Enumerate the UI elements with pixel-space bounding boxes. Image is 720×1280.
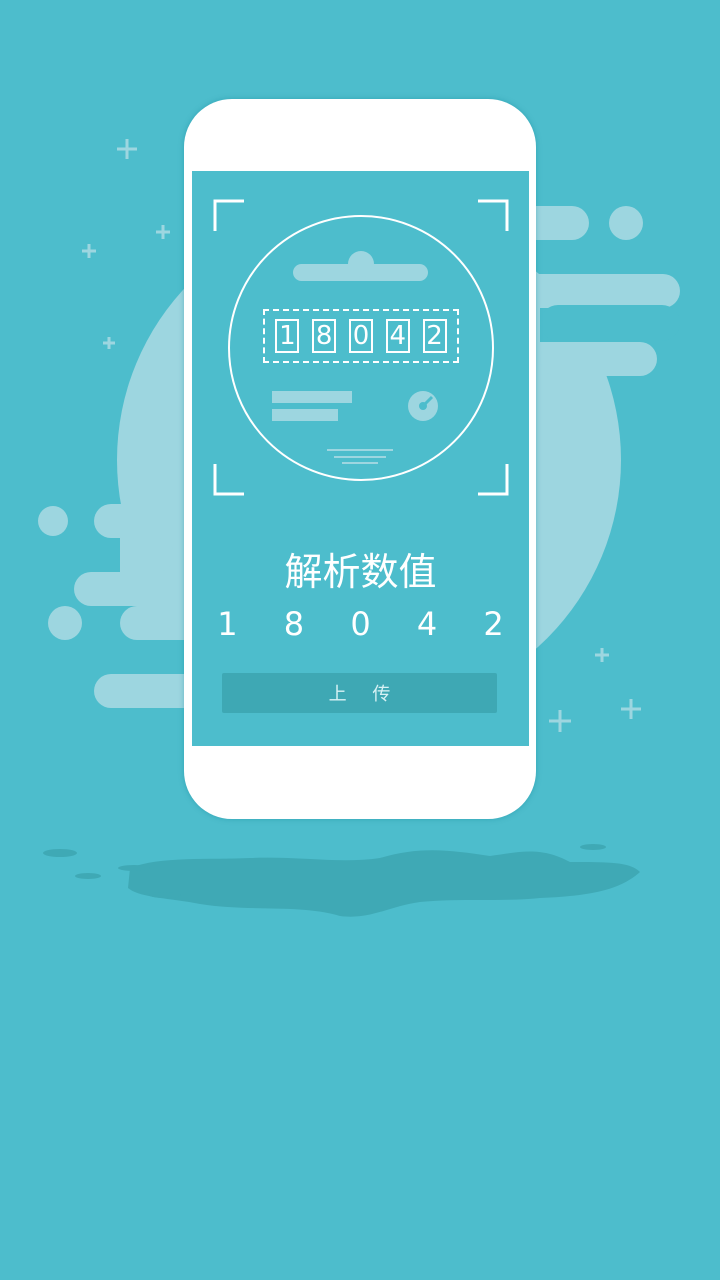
meter-digit: 1 xyxy=(275,319,300,353)
phone-mockup: 1 8 0 4 2 解析数值 1 8 0 4 2 上 传 xyxy=(184,99,536,819)
meter-digit: 4 xyxy=(385,319,410,353)
meter-digit: 0 xyxy=(348,319,373,353)
result-value: 1 8 0 4 2 xyxy=(217,605,522,643)
meter-digit-window: 1 8 0 4 2 xyxy=(263,309,459,363)
ground-shadow xyxy=(128,850,640,917)
upload-button[interactable]: 上 传 xyxy=(222,673,497,713)
gauge-icon xyxy=(408,391,438,421)
result-title: 解析数值 xyxy=(284,550,437,594)
phone-screen: 1 8 0 4 2 解析数值 1 8 0 4 2 上 传 xyxy=(192,171,529,746)
meter-digit: 8 xyxy=(312,319,337,353)
meter-digit: 2 xyxy=(422,319,447,353)
